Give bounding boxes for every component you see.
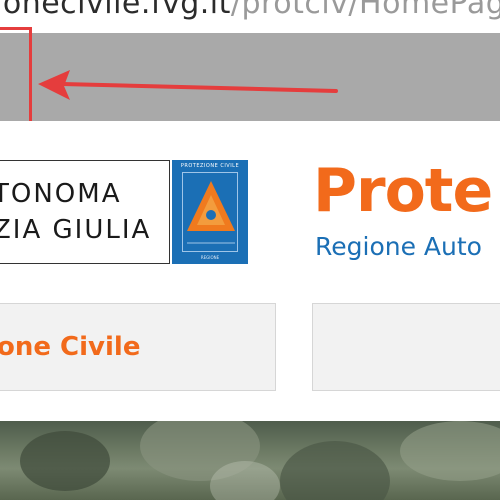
region-logo-line-2: ZIA GIULIA xyxy=(0,215,152,245)
regione-autonoma-subline: Regione Auto xyxy=(315,232,482,261)
emblem-bottom-text: REGIONE xyxy=(200,255,220,260)
emblem-frame xyxy=(182,172,238,252)
region-logo-line-1: TONOMA xyxy=(0,179,122,209)
arrow-left-icon xyxy=(38,70,338,100)
nav-tab-label: one Civile xyxy=(0,332,141,362)
protezione-civile-wordmark[interactable]: Prote xyxy=(313,156,493,226)
emblem-triangle-icon xyxy=(187,181,235,244)
nav-tab-protezione-civile[interactable]: one Civile xyxy=(0,303,276,391)
nav-tab-secondary[interactable] xyxy=(312,303,500,391)
civil-protection-emblem-icon[interactable]: PROTEZIONE CIVILE REGIONE xyxy=(172,160,248,264)
hero-landscape-image xyxy=(0,421,500,500)
emblem-top-text: PROTEZIONE CIVILE xyxy=(180,163,240,169)
region-logo[interactable]: TONOMA ZIA GIULIA xyxy=(0,160,170,264)
